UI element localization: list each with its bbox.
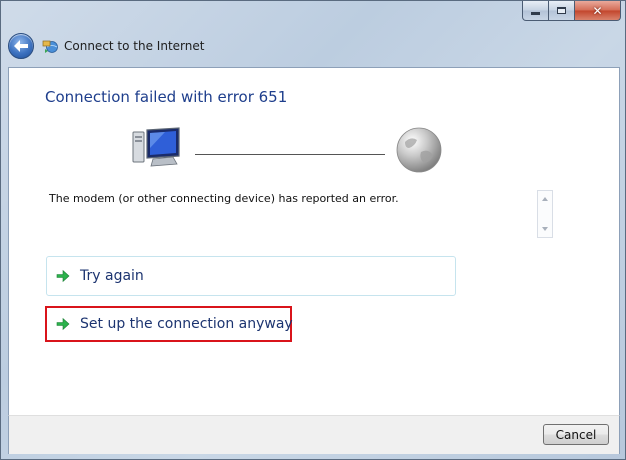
try-again-link[interactable]: Try again — [46, 256, 456, 296]
back-button[interactable] — [8, 33, 34, 59]
setup-connection-anyway-link[interactable]: Set up the connection anyway — [45, 306, 293, 342]
internet-globe-icon — [396, 127, 442, 173]
content-area: Connection failed with error 651 The mod… — [8, 67, 620, 415]
try-again-label: Try again — [80, 268, 144, 284]
caption-buttons: ✕ — [522, 1, 621, 22]
scroll-down-button[interactable] — [538, 222, 552, 236]
page-title: Connection failed with error 651 — [45, 88, 288, 106]
title-bar: ✕ Connect to the Internet — [1, 1, 626, 67]
minimize-icon — [531, 12, 540, 15]
scroll-down-icon — [542, 227, 548, 231]
dialog-footer: Cancel — [8, 415, 620, 454]
minimize-button[interactable] — [522, 1, 549, 21]
setup-connection-anyway-label: Set up the connection anyway — [80, 316, 293, 332]
maximize-icon — [557, 7, 566, 14]
network-connection-icon — [42, 40, 58, 53]
close-icon: ✕ — [592, 3, 603, 18]
back-arrow-icon — [14, 40, 28, 52]
connection-line — [195, 154, 385, 155]
scroll-up-button[interactable] — [538, 192, 552, 206]
maximize-button[interactable] — [549, 1, 575, 21]
scroll-up-icon — [542, 197, 548, 201]
cancel-button[interactable]: Cancel — [543, 424, 609, 445]
green-arrow-icon — [56, 269, 70, 283]
error-message: The modem (or other connecting device) h… — [49, 192, 399, 205]
window-title: Connect to the Internet — [64, 39, 205, 53]
green-arrow-icon — [56, 317, 70, 331]
message-scrollbar[interactable] — [537, 190, 553, 238]
close-button[interactable]: ✕ — [575, 1, 621, 21]
computer-icon — [132, 127, 180, 167]
dialog-window: ✕ Connect to the Internet Connection fai… — [0, 0, 626, 460]
